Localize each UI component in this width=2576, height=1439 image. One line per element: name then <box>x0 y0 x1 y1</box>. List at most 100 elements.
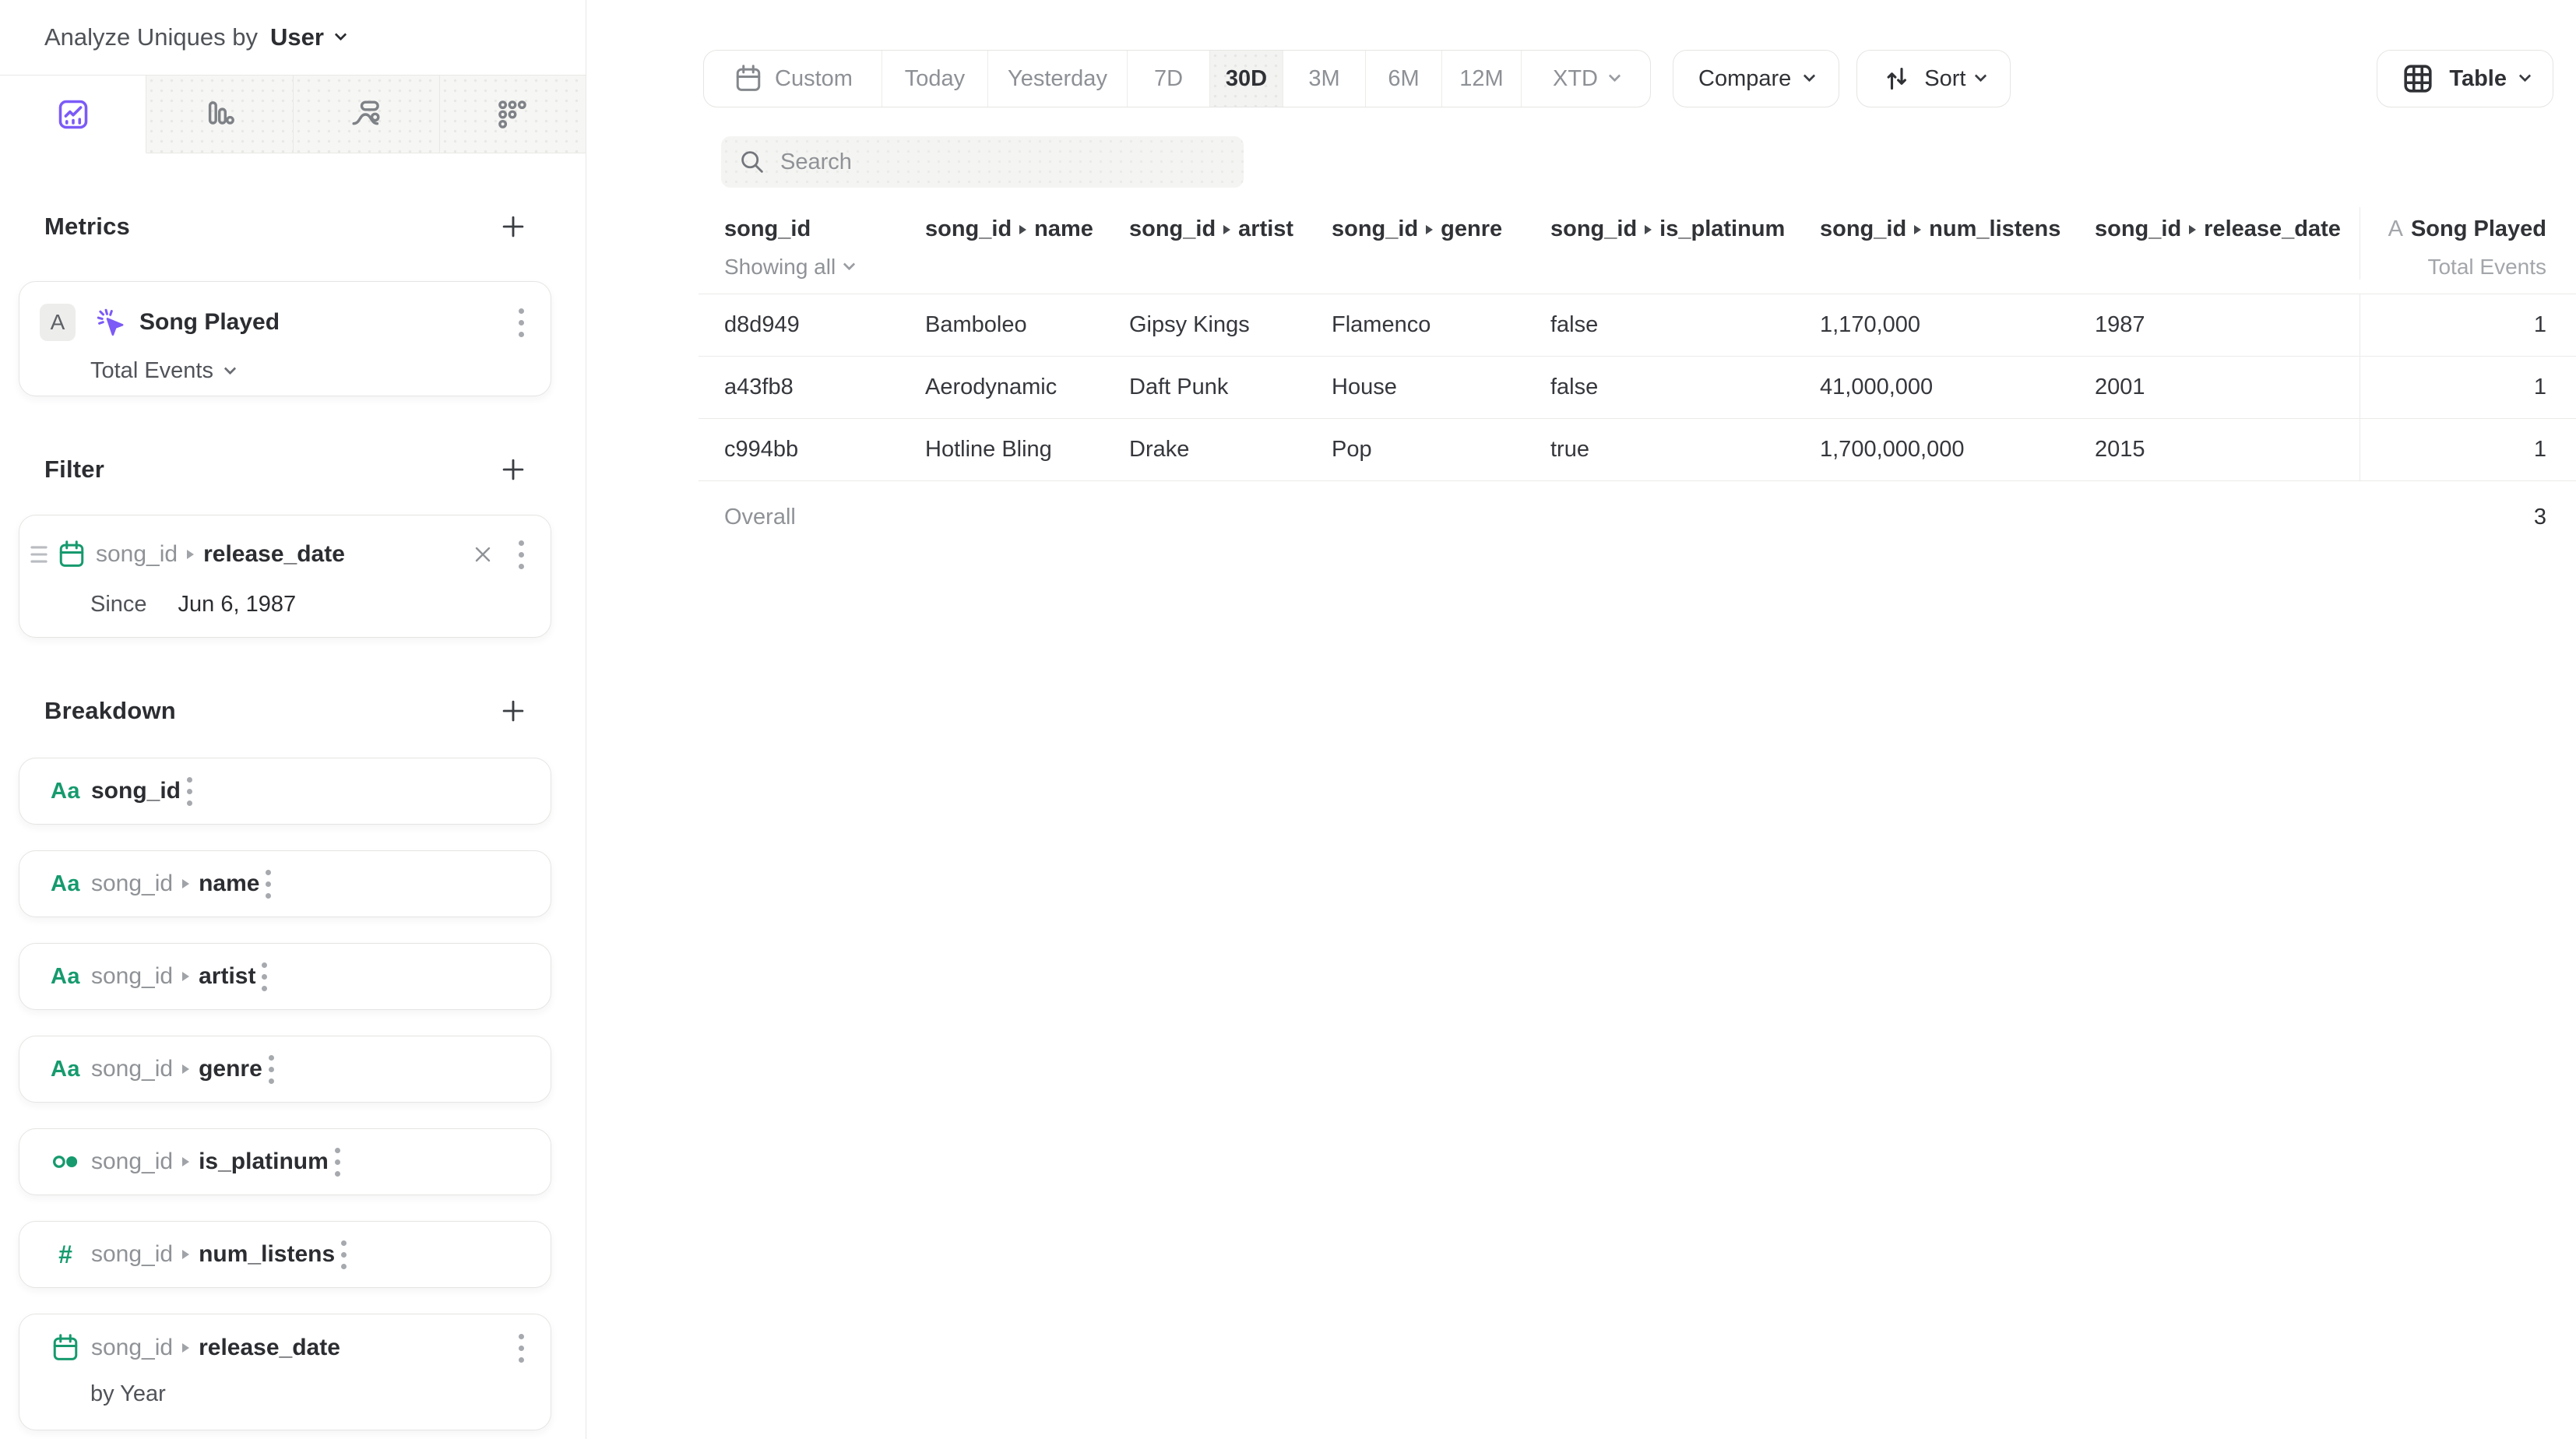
breakdown-card-num_listens[interactable]: #song_idnum_listens <box>19 1221 551 1288</box>
date-range-xtd[interactable]: XTD <box>1521 51 1650 107</box>
filter-operator-dropdown[interactable]: Since <box>90 592 147 617</box>
breakdown-property-name: genre <box>199 1056 262 1082</box>
add-breakdown-button[interactable] <box>498 696 528 726</box>
add-filter-button[interactable] <box>498 455 528 484</box>
number-property-icon: # <box>48 1240 83 1269</box>
cell-genre: Flamenco <box>1332 312 1550 338</box>
plus-icon <box>498 212 528 241</box>
property-arrow-icon <box>182 1343 189 1353</box>
flows-icon <box>349 97 383 132</box>
column-header-is_platinum[interactable]: song_idis_platinum <box>1550 207 1820 280</box>
date-range-custom[interactable]: Custom <box>704 51 882 107</box>
compare-label: Compare <box>1698 66 1791 92</box>
cell-metric-value: 1 <box>2360 294 2576 356</box>
breakdown-card-name[interactable]: Aasong_idname <box>19 850 551 917</box>
metric-column-badge: A <box>2388 216 2403 241</box>
cell-num_listens: 1,170,000 <box>1820 312 2095 338</box>
breakdown-card-row: Aasong_idgenre <box>48 1051 280 1087</box>
metric-aggregation-dropdown[interactable]: Total Events <box>90 358 530 384</box>
drag-handle-icon[interactable] <box>29 541 49 568</box>
breakdown-kebab-menu[interactable] <box>335 1234 353 1275</box>
breakdown-card-genre[interactable]: Aasong_idgenre <box>19 1036 551 1103</box>
filter-kebab-menu[interactable] <box>512 534 530 575</box>
showing-all-dropdown[interactable]: Showing all <box>724 255 925 280</box>
column-header-song_id[interactable]: song_id Showing all <box>699 207 925 280</box>
tab-flows[interactable] <box>294 76 440 153</box>
filter-property-parent: song_id <box>96 541 178 568</box>
breakdown-kebab-menu[interactable] <box>329 1142 347 1183</box>
text-property-icon: Aa <box>48 1057 83 1082</box>
breakdown-property-name: is_platinum <box>199 1149 329 1175</box>
breakdown-property-parent: song_id <box>91 1149 173 1175</box>
column-parent: song_id <box>2095 216 2181 242</box>
sort-label: Sort <box>1924 66 1965 92</box>
entity-dropdown[interactable]: User <box>270 23 345 51</box>
breakdown-modifier[interactable]: by Year <box>90 1381 530 1407</box>
chevron-down-icon <box>224 362 237 375</box>
date-range-30d[interactable]: 30D <box>1209 51 1283 107</box>
breakdown-card-is_platinum[interactable]: song_id is_platinum <box>19 1128 551 1195</box>
breakdown-kebab-menu[interactable] <box>262 1049 280 1090</box>
breakdown-kebab-menu[interactable] <box>181 771 199 812</box>
breakdown-kebab-menu[interactable] <box>512 1328 530 1369</box>
breakdown-kebab-menu[interactable] <box>259 864 277 905</box>
analyze-label: Analyze Uniques by <box>44 23 258 51</box>
filter-card-row: song_id release_date <box>29 536 530 573</box>
metric-card[interactable]: A Song Played <box>19 281 551 396</box>
search-icon <box>738 148 766 176</box>
date-range-today[interactable]: Today <box>882 51 987 107</box>
date-property-icon <box>54 539 90 570</box>
column-header-artist[interactable]: song_idartist <box>1129 207 1332 280</box>
breakdown-card-song_id[interactable]: Aasong_id <box>19 758 551 825</box>
filter-condition-row: Since Jun 6, 1987 <box>90 592 530 617</box>
date-range-label: Today <box>905 66 965 92</box>
cell-artist: Gipsy Kings <box>1129 312 1332 338</box>
metric-kebab-menu[interactable] <box>512 302 530 343</box>
metric-card-row: A Song Played <box>40 299 530 346</box>
date-range-yesterday[interactable]: Yesterday <box>987 51 1127 107</box>
search-input[interactable] <box>780 136 1244 188</box>
tab-insights-chart[interactable] <box>0 76 146 153</box>
remove-filter-button[interactable] <box>467 539 498 570</box>
column-name: song_id <box>724 216 811 242</box>
date-range-6m[interactable]: 6M <box>1365 51 1441 107</box>
table-row: d8d949BamboleoGipsy KingsFlamencofalse1,… <box>699 294 2576 357</box>
view-type-button[interactable]: Table <box>2377 50 2553 107</box>
column-header-genre[interactable]: song_idgenre <box>1332 207 1550 280</box>
breakdown-card-row: Aasong_idartist <box>48 959 273 994</box>
plus-icon <box>498 696 528 726</box>
view-type-label: Table <box>2449 66 2507 92</box>
column-header-num_listens[interactable]: song_idnum_listens <box>1820 207 2095 280</box>
breakdown-property-parent: song_id <box>91 963 173 990</box>
breakdown-card-row: song_id is_platinum <box>48 1144 347 1180</box>
column-header-metric[interactable]: ASong PlayedTotal Events <box>2360 207 2576 280</box>
metric-badge: A <box>40 304 76 341</box>
cell-name: Hotline Bling <box>925 437 1129 463</box>
tab-bar-chart[interactable] <box>146 76 293 153</box>
property-arrow-icon <box>1645 225 1652 234</box>
compare-button[interactable]: Compare <box>1673 50 1839 107</box>
breakdown-kebab-menu[interactable] <box>255 956 273 997</box>
breakdown-card-release_date[interactable]: song_idrelease_dateby Year <box>19 1314 551 1430</box>
overall-label: Overall <box>699 505 2360 530</box>
date-range-label: 7D <box>1154 66 1183 92</box>
date-range-12m[interactable]: 12M <box>1441 51 1521 107</box>
breakdown-card-artist[interactable]: Aasong_idartist <box>19 943 551 1010</box>
filter-card[interactable]: song_id release_date Since Jun 6, 1987 <box>19 515 551 638</box>
close-icon <box>470 542 495 567</box>
column-header-release_date[interactable]: song_idrelease_date <box>2095 207 2360 280</box>
property-arrow-icon <box>182 1157 189 1166</box>
text-property-icon: Aa <box>48 871 83 897</box>
column-header-name[interactable]: song_idname <box>925 207 1129 280</box>
add-metric-button[interactable] <box>498 212 528 241</box>
property-arrow-icon <box>1914 225 1921 234</box>
breakdown-card-row: #song_idnum_listens <box>48 1237 353 1272</box>
breakdown-property-name: num_listens <box>199 1241 335 1268</box>
date-range-7d[interactable]: 7D <box>1127 51 1209 107</box>
filter-value[interactable]: Jun 6, 1987 <box>178 592 297 617</box>
cell-song_id: d8d949 <box>699 312 925 338</box>
cell-artist: Drake <box>1129 437 1332 463</box>
sort-button[interactable]: Sort <box>1856 50 2011 107</box>
date-range-3m[interactable]: 3M <box>1283 51 1365 107</box>
tab-grid-dots[interactable] <box>440 76 586 153</box>
